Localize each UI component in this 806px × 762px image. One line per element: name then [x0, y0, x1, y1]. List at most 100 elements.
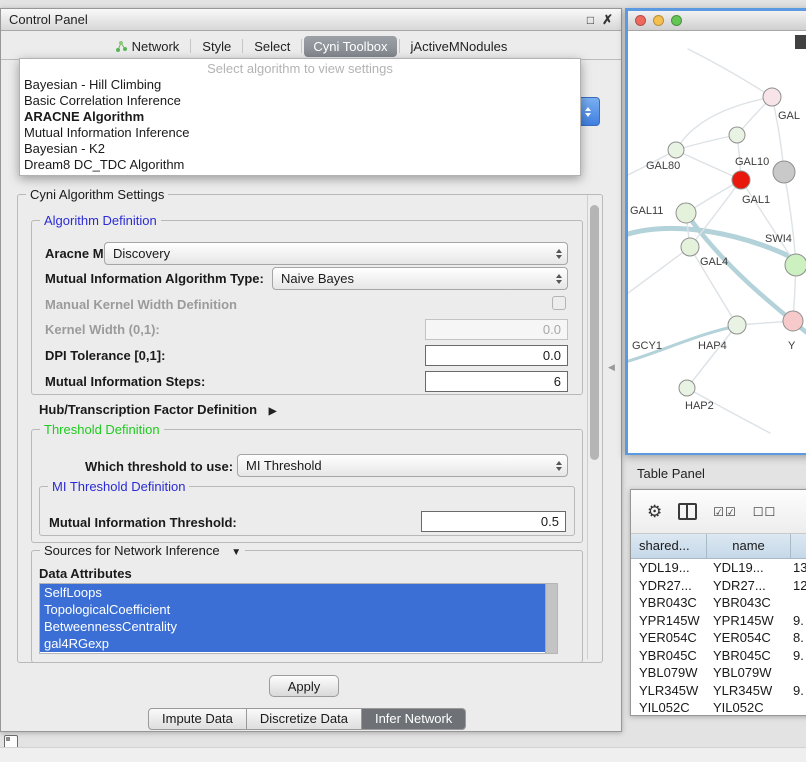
table-cell: YER054C — [707, 629, 791, 647]
attributes-scrollbar[interactable] — [545, 584, 557, 653]
control-panel-titlebar[interactable]: Control Panel □ ✗ — [1, 9, 621, 31]
algorithm-option[interactable]: Bayesian - K2 — [20, 141, 580, 157]
table-cell: YLR345W — [707, 682, 791, 700]
hub-section-label: Hub/Transcription Factor Definition — [39, 402, 257, 417]
node-label: Y — [788, 340, 796, 352]
mi-type-label: Mutual Information Algorithm Type: — [45, 271, 264, 286]
table-row[interactable]: YER054CYER054C8. — [631, 629, 806, 647]
attribute-item[interactable]: gal4RGexp — [40, 635, 545, 652]
algorithm-option[interactable]: Bayesian - Hill Climbing — [20, 77, 580, 93]
network-node[interactable] — [728, 316, 746, 334]
node-label: HAP2 — [685, 400, 714, 412]
float-window-icon[interactable]: □ — [587, 14, 594, 26]
table-row[interactable]: YBR045CYBR045C9. — [631, 647, 806, 665]
table-cell: YER054C — [631, 629, 707, 647]
network-canvas[interactable]: GALGAL80GAL10GAL1GAL11SWI4GAL4GCY1HAP4YH… — [628, 31, 806, 453]
hub-section-toggle[interactable]: Hub/Transcription Factor Definition ▶ — [39, 402, 276, 417]
apply-button[interactable]: Apply — [269, 675, 339, 697]
table-cell: 9. — [791, 682, 806, 700]
column-header-extra[interactable] — [791, 534, 806, 558]
tab-infer-network[interactable]: Infer Network — [362, 708, 466, 730]
mi-type-select[interactable]: Naive Bayes — [272, 267, 568, 290]
column-header-name[interactable]: name — [707, 534, 791, 558]
network-edge[interactable] — [676, 97, 772, 150]
data-attributes-label: Data Attributes — [39, 566, 132, 581]
network-edge[interactable] — [628, 247, 690, 293]
zoom-traffic-light[interactable] — [671, 15, 682, 26]
table-cell: YLR345W — [631, 682, 707, 700]
table-row[interactable]: YBR043CYBR043C — [631, 594, 806, 612]
table-cell: YDR27... — [631, 577, 707, 595]
algorithm-option[interactable]: Basic Correlation Inference — [20, 93, 580, 109]
dpi-tolerance-field[interactable]: 0.0 — [425, 345, 568, 366]
algorithm-option[interactable]: Dream8 DC_TDC Algorithm — [20, 157, 580, 173]
network-node[interactable] — [732, 171, 750, 189]
panel-collapse-arrow-icon[interactable]: ◀ — [608, 362, 615, 373]
tab-cyni-toolbox[interactable]: Cyni Toolbox — [304, 36, 396, 57]
network-node[interactable] — [729, 127, 745, 143]
network-edge[interactable] — [687, 325, 737, 388]
combobox-arrows-icon — [556, 249, 562, 259]
combobox-arrows-icon — [585, 107, 591, 117]
network-node[interactable] — [783, 311, 803, 331]
tab-separator — [242, 39, 243, 53]
minimize-traffic-light[interactable] — [653, 15, 664, 26]
settings-scrollbar[interactable] — [587, 195, 601, 659]
table-row[interactable]: YLR345WYLR345W9. — [631, 682, 806, 700]
tab-style[interactable]: Style — [193, 36, 240, 57]
tab-network[interactable]: Network — [106, 36, 189, 57]
algorithm-option[interactable]: Mutual Information Inference — [20, 125, 580, 141]
which-threshold-select[interactable]: MI Threshold — [237, 454, 568, 477]
table-cell: 9. — [791, 647, 806, 665]
attribute-item[interactable]: SelfLoops — [40, 584, 545, 601]
expanded-arrow-icon[interactable]: ▼ — [231, 547, 241, 558]
close-traffic-light[interactable] — [635, 15, 646, 26]
sources-title: Sources for Network Inference — [44, 543, 220, 558]
manual-kernel-checkbox[interactable] — [552, 296, 566, 310]
close-icon[interactable]: ✗ — [602, 14, 613, 26]
algorithm-options: Bayesian - Hill ClimbingBasic Correlatio… — [20, 77, 580, 173]
settings-scrollbar-thumb[interactable] — [590, 205, 599, 460]
gear-icon[interactable]: ⚙ — [647, 502, 662, 522]
network-node[interactable] — [773, 161, 795, 183]
tab-discretize-data[interactable]: Discretize Data — [247, 708, 362, 730]
mi-threshold-field[interactable]: 0.5 — [421, 511, 566, 532]
node-label: GAL80 — [646, 160, 680, 172]
table-cell — [791, 664, 806, 682]
table-cell: YDL19... — [707, 559, 791, 577]
column-header-shared-name[interactable]: shared... — [631, 534, 707, 558]
mi-steps-field[interactable]: 6 — [425, 371, 568, 392]
network-node[interactable] — [763, 88, 781, 106]
aracne-mode-select[interactable]: Discovery — [104, 242, 568, 265]
network-node[interactable] — [679, 380, 695, 396]
mi-threshold-group-title: MI Threshold Definition — [48, 479, 189, 494]
table-row[interactable]: YIL052CYIL052C — [631, 699, 806, 717]
tab-impute-data[interactable]: Impute Data — [148, 708, 247, 730]
node-label: GAL11 — [630, 205, 663, 217]
select-all-icon[interactable]: ☑☑ — [713, 505, 737, 519]
tab-separator — [190, 39, 191, 53]
tab-jactivemodules[interactable]: jActiveMNodules — [402, 36, 517, 57]
table-row[interactable]: YPR145WYPR145W9. — [631, 612, 806, 630]
network-node[interactable] — [676, 203, 696, 223]
attribute-item[interactable]: TopologicalCoefficient — [40, 601, 545, 618]
network-window-titlebar[interactable] — [628, 11, 806, 31]
table-row[interactable]: YDR27...YDR27...12 — [631, 577, 806, 595]
network-node[interactable] — [681, 238, 699, 256]
network-node[interactable] — [668, 142, 684, 158]
network-node[interactable] — [785, 254, 806, 276]
tab-select[interactable]: Select — [245, 36, 299, 57]
table-row[interactable]: YDL19...YDL19...13 — [631, 559, 806, 577]
collapsed-arrow-icon[interactable]: ▶ — [269, 406, 277, 417]
algorithm-option[interactable]: ARACNE Algorithm — [20, 109, 580, 125]
network-edge[interactable] — [688, 49, 772, 97]
network-edge[interactable] — [676, 150, 741, 180]
table-row[interactable]: YBL079WYBL079W — [631, 664, 806, 682]
network-edge[interactable] — [784, 172, 796, 265]
table-cell: 12 — [791, 577, 806, 595]
kernel-width-field[interactable]: 0.0 — [425, 319, 568, 340]
attribute-item[interactable]: BetweennessCentrality — [40, 618, 545, 635]
sources-toggle[interactable]: Sources for Network Inference ▼ — [40, 543, 245, 558]
deselect-all-icon[interactable]: ☐☐ — [753, 505, 777, 519]
column-selector-icon[interactable] — [678, 503, 697, 520]
